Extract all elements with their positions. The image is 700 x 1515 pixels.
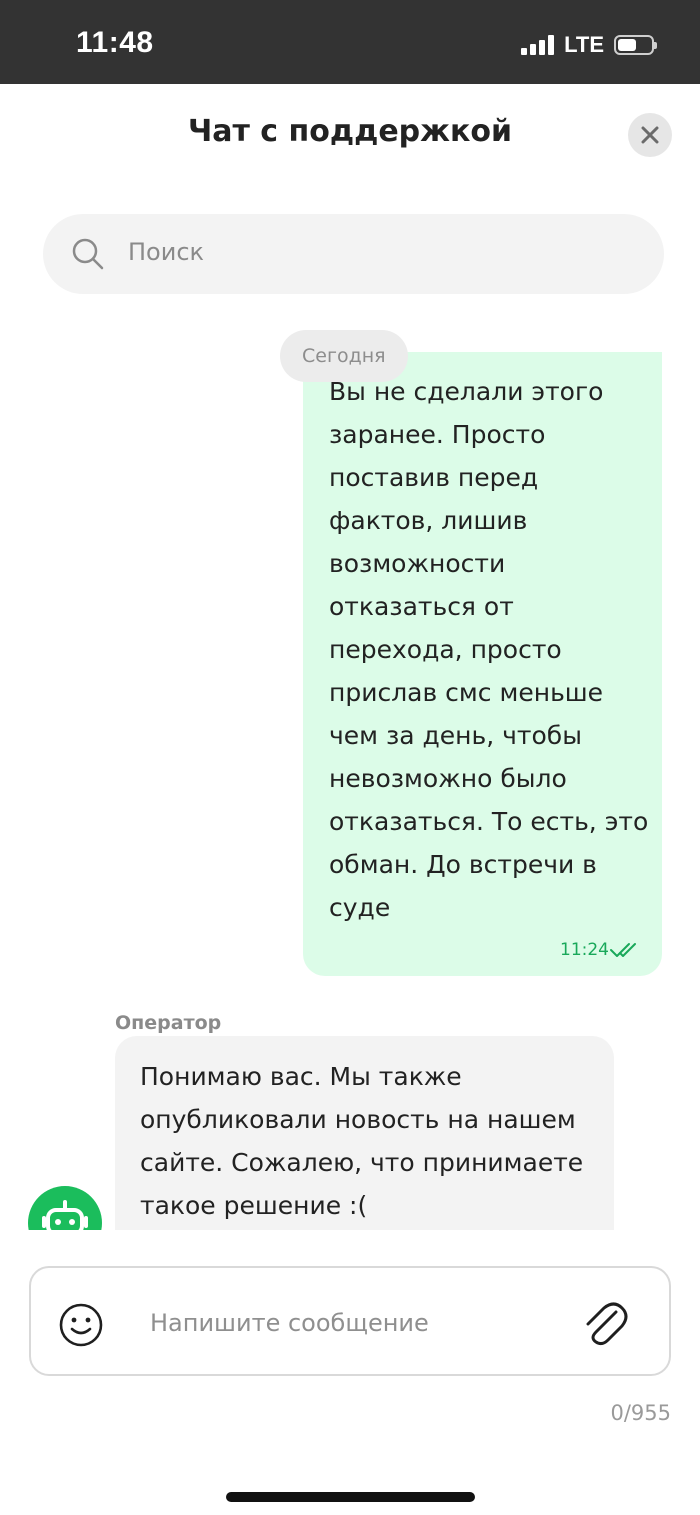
close-icon xyxy=(641,126,659,144)
battery-icon xyxy=(614,35,657,55)
status-bar: 11:48 LTE xyxy=(0,0,700,84)
message-time: 11:24 xyxy=(560,940,609,960)
signal-icon xyxy=(521,35,555,55)
incoming-message-text: Понимаю вас. Мы также опубликовали новос… xyxy=(140,1062,584,1220)
paperclip-icon[interactable] xyxy=(580,1298,628,1348)
search-placeholder: Поиск xyxy=(128,238,205,266)
message-list[interactable]: Вы не сделали этого заранее. Просто пост… xyxy=(0,300,700,1230)
page-title: Чат с поддержкой xyxy=(187,114,512,149)
robot-avatar-icon xyxy=(28,1186,102,1230)
status-indicators: LTE xyxy=(521,32,657,58)
network-label: LTE xyxy=(564,32,604,57)
outgoing-message[interactable]: Вы не сделали этого заранее. Просто пост… xyxy=(303,352,662,976)
incoming-message[interactable]: Понимаю вас. Мы также опубликовали новос… xyxy=(115,1036,614,1230)
sender-name: Оператор xyxy=(115,1012,222,1034)
home-indicator xyxy=(226,1492,475,1502)
emoji-icon[interactable] xyxy=(58,1302,104,1348)
character-counter: 0/955 xyxy=(610,1401,671,1425)
close-button[interactable] xyxy=(628,113,672,157)
outgoing-message-text: Вы не сделали этого заранее. Просто пост… xyxy=(329,377,649,922)
message-placeholder: Напишите сообщение xyxy=(150,1309,429,1337)
double-check-icon xyxy=(610,943,636,957)
date-separator: Сегодня xyxy=(280,330,408,382)
search-icon xyxy=(72,238,104,270)
status-time: 11:48 xyxy=(76,26,154,59)
